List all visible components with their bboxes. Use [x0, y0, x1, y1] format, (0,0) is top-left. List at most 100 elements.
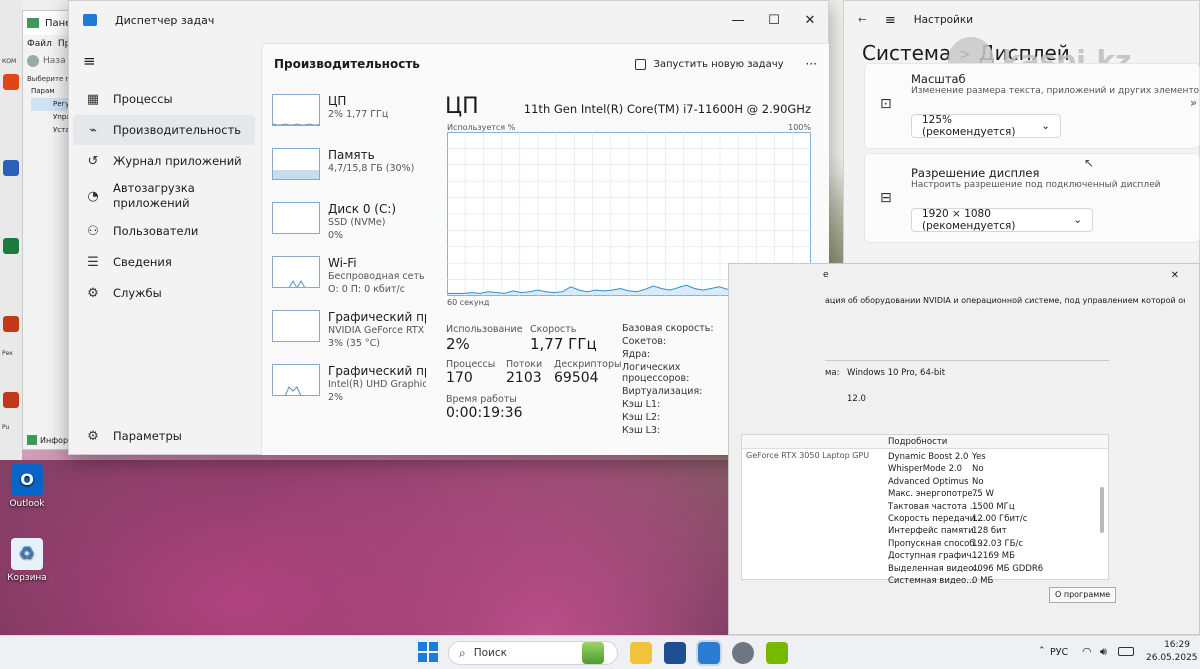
menu-file[interactable]: Файл	[27, 39, 52, 49]
nav-item-users[interactable]: ⚇ Пользователи	[73, 216, 255, 246]
file-explorer-icon[interactable]	[630, 642, 652, 664]
details-row: Интерфейс памяти: 128 бит	[888, 525, 1098, 537]
resource-thumbnail	[272, 364, 320, 396]
side-label: КОМ	[2, 58, 17, 65]
info-link[interactable]: Инфор	[40, 436, 68, 445]
time-text: 16:29	[1164, 640, 1190, 650]
nav-item-details[interactable]: ☰ Сведения	[73, 247, 255, 277]
language-indicator[interactable]: РУС	[1050, 647, 1068, 658]
scale-card[interactable]: ⊡ Масштаб Изменение размера текста, прил…	[864, 63, 1200, 149]
nav-item-label: Производительность	[113, 123, 242, 137]
details-row: WhisperMode 2.0 No	[888, 463, 1098, 475]
details-key: Выделенная видео...	[888, 563, 982, 574]
scale-dropdown[interactable]: 125% (рекомендуется) ⌄	[911, 114, 1061, 138]
resource-item-mem[interactable]: Память 4,7/15,8 ГБ (30%)	[262, 142, 432, 196]
volume-icon[interactable]: 🔊︎	[1100, 645, 1107, 659]
word-icon[interactable]	[3, 160, 19, 176]
scrollbar[interactable]	[1100, 487, 1104, 533]
resolution-dropdown[interactable]: 1920 × 1080 (рекомендуется) ⌄	[911, 208, 1093, 232]
control-panel-icon	[27, 18, 39, 28]
nav-item-history[interactable]: ↺ Журнал приложений	[73, 146, 255, 176]
background-app-strip: КОМ Рек Pu	[0, 0, 22, 460]
resource-item-cpu[interactable]: ЦП 2% 1,77 ГГц	[262, 88, 432, 142]
address-bar[interactable]: Наза	[43, 56, 66, 66]
start-button[interactable]	[418, 642, 438, 662]
resource-name: Память	[328, 148, 375, 162]
hamburger-menu-icon[interactable]: ≡	[69, 39, 259, 83]
resource-sub: NVIDIA GeForce RTX 30	[328, 325, 426, 336]
details-row: Доступная графич... 12169 МБ	[888, 550, 1098, 562]
nvidia-icon[interactable]	[766, 642, 788, 664]
wifi-icon[interactable]: ◠	[1082, 645, 1092, 658]
task-manager-taskbar-icon[interactable]	[696, 640, 722, 666]
details-table[interactable]: Подробности GeForce RTX 3050 Laptop GPU …	[741, 434, 1109, 586]
run-task-icon	[635, 58, 647, 70]
resolution-desc: Настроить разрешение под подключенный ди…	[911, 180, 1161, 190]
stat-key: Кэш L3:	[622, 425, 661, 436]
close-button[interactable]: ✕	[792, 13, 828, 28]
desktop-icon-outlook[interactable]: O Outlook	[5, 464, 49, 509]
recycle-bin-icon: ♻	[11, 538, 43, 570]
app-icon[interactable]	[3, 74, 19, 90]
about-button[interactable]: О программе	[1049, 587, 1117, 603]
services-icon: ⚙	[87, 285, 99, 301]
os-value: Windows 10 Pro, 64-bit	[847, 368, 946, 378]
resource-item-disk[interactable]: Диск 0 (C:) SSD (NVMe) 0%	[262, 196, 432, 250]
resource-item-gpu1[interactable]: Графический проNVIDIA GeForce RTX 30 3% (…	[262, 304, 432, 358]
nvidia-system-info-dialog[interactable]: е ✕ ация об оборудовании NVIDIA и операц…	[728, 263, 1200, 635]
hamburger-menu-icon[interactable]: ≡	[885, 13, 896, 28]
resource-item-wifi[interactable]: Wi-Fi Беспроводная сеть О: 0 П: 0 кбит/с	[262, 250, 432, 304]
back-arrow-icon[interactable]: ←	[858, 14, 867, 26]
resource-sub: О: 0 П: 0 кбит/с	[328, 284, 405, 295]
minimize-button[interactable]: —	[720, 13, 756, 28]
resolution-card[interactable]: ⊟ Разрешение дисплея Настроить разрешени…	[864, 153, 1200, 243]
info-icon	[27, 435, 37, 445]
details-value: Yes	[972, 452, 986, 462]
nav-item-label: Сведения	[113, 255, 172, 269]
publisher-icon[interactable]	[3, 392, 19, 408]
battery-icon[interactable]	[1118, 647, 1134, 656]
nav-item-startup[interactable]: ◔ Автозагрузка приложений	[73, 177, 255, 215]
chevron-right-icon[interactable]: ›	[1190, 96, 1195, 110]
outlook-icon: O	[11, 464, 43, 496]
side-label: Pu	[2, 424, 10, 431]
page-title: Производительность	[274, 57, 420, 71]
more-options-button[interactable]: ···	[806, 57, 817, 71]
store-icon[interactable]	[664, 642, 686, 664]
nav-item-services[interactable]: ⚙ Службы	[73, 278, 255, 308]
settings-taskbar-icon[interactable]	[732, 642, 754, 664]
clock[interactable]: 16:29 26.05.2025	[1146, 639, 1198, 665]
resource-name: Wi-Fi	[328, 256, 357, 270]
nav-item-label: Журнал приложений	[113, 154, 242, 168]
chevron-up-icon[interactable]: ⌃	[1038, 646, 1046, 656]
nav-item-performance[interactable]: ⌁ Производительность	[73, 115, 255, 145]
settings-window[interactable]: ← ≡ Настройки Система > Дисплей kaspi.kz…	[843, 0, 1200, 270]
excel-icon[interactable]	[3, 238, 19, 254]
divider	[825, 360, 1109, 361]
close-button[interactable]: ✕	[1171, 270, 1179, 281]
title-bar[interactable]: Диспетчер задач — ☐ ✕	[69, 1, 828, 39]
resource-sub: Беспроводная сеть	[328, 271, 425, 282]
maximize-button[interactable]: ☐	[756, 13, 792, 28]
back-icon[interactable]	[27, 55, 39, 67]
details-row: Системная видео... 0 МБ	[888, 575, 1098, 587]
powerpoint-icon[interactable]	[3, 316, 19, 332]
desktop-icon-label: Корзина	[7, 573, 47, 583]
nav-item-settings[interactable]: ⚙ Параметры	[73, 421, 255, 451]
widget-icon[interactable]	[582, 642, 604, 664]
resource-name: ЦП	[328, 94, 347, 108]
nav-item-processes[interactable]: ▦ Процессы	[73, 84, 255, 114]
graph-max: 100%	[788, 123, 811, 132]
stat-key: Базовая скорость:	[622, 323, 714, 334]
details-row: Скорость передачи... 12.00 Гбит/с	[888, 513, 1098, 525]
resource-sub: SSD (NVMe)	[328, 217, 386, 228]
cpu-title: ЦП	[445, 94, 479, 119]
details-value: No	[972, 476, 984, 487]
resource-sub: 4,7/15,8 ГБ (30%)	[328, 163, 415, 174]
resource-thumbnail	[272, 94, 320, 126]
resource-item-gpu2[interactable]: Графический проIntel(R) UHD Graphics 2%	[262, 358, 432, 412]
scale-desc: Изменение размера текста, приложений и д…	[911, 86, 1200, 96]
task-manager-window[interactable]: Диспетчер задач — ☐ ✕ ≡ ▦ Процессы ⌁ Произв…	[68, 0, 829, 455]
desktop-icon-recycle-bin[interactable]: ♻ Корзина	[5, 538, 49, 583]
run-new-task-button[interactable]: Запустить новую задачу	[635, 58, 784, 70]
